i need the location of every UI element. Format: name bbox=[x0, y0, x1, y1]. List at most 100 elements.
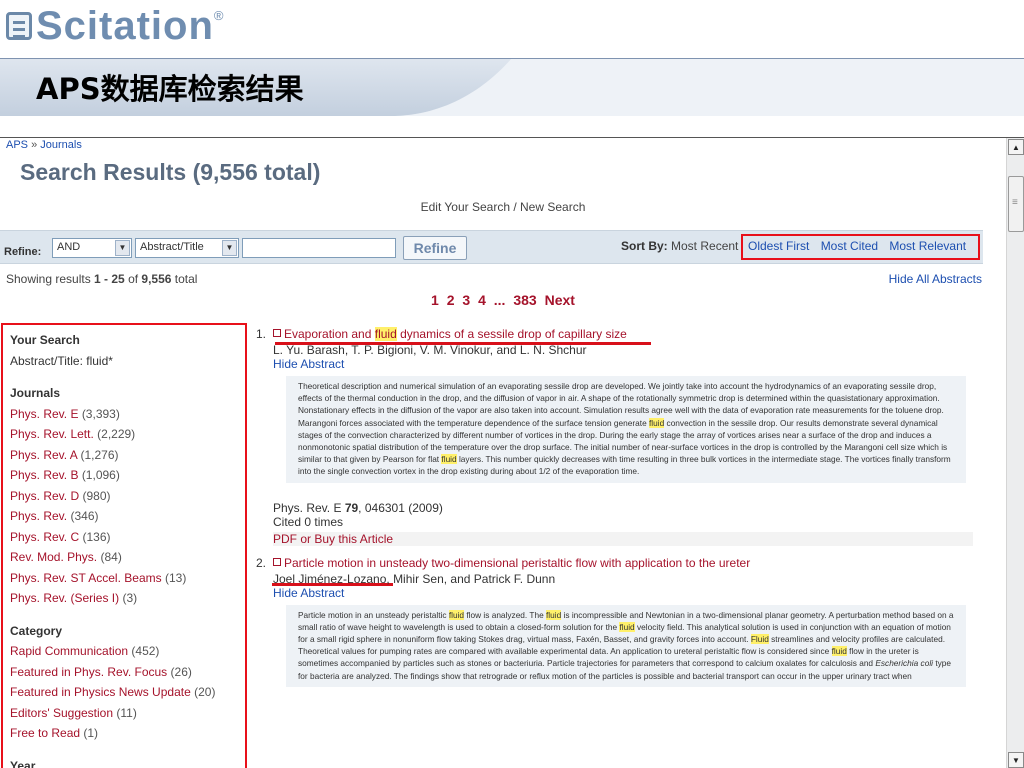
journal-item: Phys. Rev. ST Accel. Beams (13) bbox=[10, 568, 245, 589]
result-authors: L. Yu. Barash, T. P. Bigioni, V. M. Vino… bbox=[273, 343, 587, 357]
journal-item: Phys. Rev. (346) bbox=[10, 506, 245, 527]
result-title[interactable]: Particle motion in unsteady two-dimensio… bbox=[273, 556, 986, 570]
journal-link[interactable]: Phys. Rev. A bbox=[10, 448, 77, 462]
citation-pages: , 046301 (2009) bbox=[358, 500, 443, 515]
journal-link[interactable]: Phys. Rev. E bbox=[10, 407, 78, 421]
category-link[interactable]: Editors' Suggestion bbox=[10, 706, 113, 720]
category-item: Featured in Phys. Rev. Focus (26) bbox=[10, 662, 245, 683]
title-underline-annotation bbox=[275, 342, 651, 345]
scrollbar-thumb[interactable] bbox=[1008, 176, 1024, 232]
category-count: (11) bbox=[116, 705, 137, 720]
journal-link[interactable]: Phys. Rev. ST Accel. Beams bbox=[10, 571, 162, 585]
page-content: APS » Journals Search Results (9,556 tot… bbox=[0, 138, 1006, 768]
your-search-value: Abstract/Title: fluid* bbox=[10, 353, 113, 368]
edit-search-link[interactable]: Edit Your Search / New Search bbox=[0, 200, 1006, 214]
year-heading: Year bbox=[10, 758, 36, 768]
citation-volume: 79 bbox=[344, 500, 359, 515]
result-title[interactable]: Evaporation and fluid dynamics of a sess… bbox=[273, 327, 986, 341]
chevron-down-icon[interactable]: ▼ bbox=[115, 240, 130, 256]
abstract: Theoretical description and numerical si… bbox=[286, 376, 966, 483]
journal-item: Phys. Rev. E (3,393) bbox=[10, 404, 245, 425]
page-2[interactable]: 2 bbox=[447, 292, 455, 308]
page-383[interactable]: 383 bbox=[513, 292, 536, 308]
refine-input[interactable] bbox=[242, 238, 396, 258]
page-1[interactable]: 1 bbox=[431, 292, 439, 308]
pagination: 1 2 3 4 ... 383 Next bbox=[0, 292, 1006, 308]
journal-link[interactable]: Phys. Rev. (Series I) bbox=[10, 591, 119, 605]
sort-label: Sort By: bbox=[621, 239, 668, 253]
journal-link[interactable]: Rev. Mod. Phys. bbox=[10, 550, 97, 564]
sort-most-cited[interactable]: Most Cited bbox=[821, 239, 878, 253]
journal-link[interactable]: Phys. Rev. bbox=[10, 509, 67, 523]
hide-abstract-link[interactable]: Hide Abstract bbox=[273, 357, 986, 371]
sort-current: Most Recent bbox=[671, 239, 739, 253]
category-heading: Category bbox=[10, 623, 63, 638]
title-text: Particle motion in unsteady two-dimensio… bbox=[284, 555, 751, 570]
journal-link[interactable]: Phys. Rev. B bbox=[10, 468, 78, 482]
refine-bar: Refine: AND ▼ Abstract/Title ▼ Refine So… bbox=[0, 230, 983, 264]
chevron-down-icon[interactable]: ▼ bbox=[222, 240, 237, 256]
hide-abstract-link[interactable]: Hide Abstract bbox=[273, 586, 986, 600]
result-authors: Joel Jiménez-Lozano, Mihir Sen, and Patr… bbox=[273, 571, 556, 586]
sort-most-relevant[interactable]: Most Relevant bbox=[889, 239, 966, 253]
registered-mark: ® bbox=[213, 8, 224, 23]
vertical-scrollbar[interactable]: ▲ ▼ bbox=[1006, 138, 1024, 768]
category-link[interactable]: Featured in Phys. Rev. Focus bbox=[10, 665, 167, 679]
abstract-text: Particle motion in an unsteady peristalt… bbox=[298, 609, 449, 620]
journal-count: (980) bbox=[82, 488, 111, 503]
pdf-link[interactable]: PDF or Buy this Article bbox=[273, 531, 973, 546]
cited-count: Cited 0 times bbox=[273, 514, 344, 529]
journal-link[interactable]: Phys. Rev. C bbox=[10, 530, 79, 544]
breadcrumb-aps[interactable]: APS bbox=[6, 139, 28, 151]
scitation-logo: Scitation ® bbox=[6, 6, 224, 46]
expand-box-icon[interactable] bbox=[273, 329, 281, 337]
abstract-highlight: Fluid bbox=[750, 634, 769, 645]
sort-oldest-first[interactable]: Oldest First bbox=[748, 239, 809, 253]
category-link[interactable]: Free to Read bbox=[10, 726, 80, 740]
page-3[interactable]: 3 bbox=[462, 292, 470, 308]
scroll-up-arrow-icon[interactable]: ▲ bbox=[1008, 139, 1024, 155]
operator-value: AND bbox=[57, 241, 81, 253]
journal-link[interactable]: Phys. Rev. D bbox=[10, 489, 79, 503]
breadcrumb-separator: » bbox=[31, 139, 38, 151]
scroll-down-arrow-icon[interactable]: ▼ bbox=[1008, 752, 1024, 768]
category-count: (20) bbox=[194, 685, 216, 699]
field-select[interactable]: Abstract/Title ▼ bbox=[135, 238, 239, 258]
category-link[interactable]: Rapid Communication bbox=[10, 644, 128, 658]
journal-item: Phys. Rev. C (136) bbox=[10, 527, 245, 548]
citation-journal: Phys. Rev. E bbox=[273, 500, 345, 515]
next-page[interactable]: Next bbox=[545, 292, 575, 308]
abstract-text: flow is analyzed. The bbox=[464, 609, 546, 620]
journal-item: Phys. Rev. Lett. (2,229) bbox=[10, 424, 245, 445]
abstract-highlight: fluid bbox=[545, 609, 562, 620]
refine-label: Refine: bbox=[4, 246, 42, 258]
journal-item: Phys. Rev. A (1,276) bbox=[10, 445, 245, 466]
journals-heading: Journals bbox=[10, 386, 61, 400]
category-count: (26) bbox=[170, 664, 192, 679]
category-link[interactable]: Featured in Physics News Update bbox=[10, 685, 191, 699]
abstract-highlight: fluid bbox=[441, 454, 457, 465]
breadcrumb-journals[interactable]: Journals bbox=[40, 139, 82, 151]
journal-item: Phys. Rev. D (980) bbox=[10, 486, 245, 507]
refine-button[interactable]: Refine bbox=[403, 236, 467, 260]
category-count: (452) bbox=[131, 644, 160, 658]
hide-all-abstracts-link[interactable]: Hide All Abstracts bbox=[889, 272, 982, 286]
abstract: Particle motion in an unsteady peristalt… bbox=[286, 604, 966, 687]
logo-text: Scitation bbox=[36, 4, 214, 48]
abstract-highlight: fluid bbox=[831, 646, 847, 657]
result-item: 1. Evaporation and fluid dynamics of a s… bbox=[256, 327, 986, 586]
category-item: Rapid Communication (452) bbox=[10, 641, 245, 662]
page-4[interactable]: 4 bbox=[478, 292, 486, 308]
category-item: Free to Read (1) bbox=[10, 723, 245, 744]
your-search-heading: Your Search bbox=[10, 333, 80, 347]
operator-select[interactable]: AND ▼ bbox=[52, 238, 132, 258]
refine-sidebar: Your Search Abstract/Title: fluid* Journ… bbox=[1, 323, 247, 768]
title-text-pre: Evaporation and bbox=[284, 327, 375, 341]
journal-link[interactable]: Phys. Rev. Lett. bbox=[10, 427, 94, 441]
journal-count: (136) bbox=[82, 529, 111, 544]
category-count: (1) bbox=[83, 726, 99, 740]
results-count: Showing results 1 - 25 of 9,556 total bbox=[6, 272, 197, 286]
journal-count: (3) bbox=[122, 591, 138, 605]
expand-box-icon[interactable] bbox=[273, 557, 281, 566]
abstract-highlight: fluid bbox=[649, 417, 665, 428]
